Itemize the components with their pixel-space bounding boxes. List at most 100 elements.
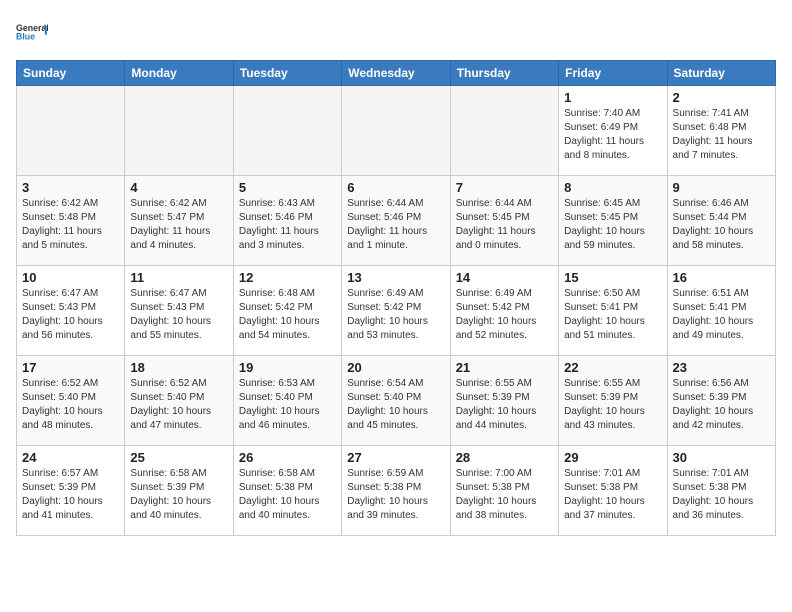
day-number: 7 xyxy=(456,180,553,195)
calendar-cell: 9Sunrise: 6:46 AM Sunset: 5:44 PM Daylig… xyxy=(667,176,775,266)
day-number: 20 xyxy=(347,360,444,375)
day-info: Sunrise: 6:55 AM Sunset: 5:39 PM Dayligh… xyxy=(564,377,661,433)
day-number: 1 xyxy=(564,90,661,105)
day-number: 29 xyxy=(564,450,661,465)
day-number: 19 xyxy=(239,360,336,375)
calendar-cell: 12 Sunrise: 6:48 AM Sunset: 5:42 PM Dayli… xyxy=(233,266,341,356)
calendar-cell: 7 Sunrise: 6:44 AM Sunset: 5:45 PM Daylig… xyxy=(450,176,558,266)
header-thursday: Thursday xyxy=(450,61,558,86)
day-info: Sunrise: 6:44 AM Sunset: 5:46 PM Dayligh… xyxy=(347,197,444,253)
day-info: Sunrise: 7:40 AM Sunset: 6:49 PM Dayligh… xyxy=(564,107,661,163)
header-wednesday: Wednesday xyxy=(342,61,450,86)
day-number: 18 xyxy=(130,360,227,375)
day-number: 25 xyxy=(130,450,227,465)
day-info: Sunrise: 7:00 AM Sunset: 5:38 PM Dayligh… xyxy=(456,467,553,523)
week-row-2: 3Sunrise: 6:42 AM Sunset: 5:48 PM Daylig… xyxy=(17,176,776,266)
calendar-cell: 30Sunrise: 7:01 AM Sunset: 5:38 PM Dayli… xyxy=(667,446,775,536)
day-info: Sunrise: 6:52 AM Sunset: 5:40 PM Dayligh… xyxy=(130,377,227,433)
calendar-cell: 25 Sunrise: 6:58 AM Sunset: 5:39 PM Dayli… xyxy=(125,446,233,536)
day-number: 14 xyxy=(456,270,553,285)
logo: General Blue xyxy=(16,16,48,52)
week-row-4: 17 Sunrise: 6:52 AM Sunset: 5:40 PM Dayli… xyxy=(17,356,776,446)
day-number: 11 xyxy=(130,270,227,285)
day-number: 17 xyxy=(22,360,119,375)
header-tuesday: Tuesday xyxy=(233,61,341,86)
day-number: 27 xyxy=(347,450,444,465)
calendar-cell xyxy=(17,86,125,176)
calendar-cell: 11 Sunrise: 6:47 AM Sunset: 5:43 PM Dayli… xyxy=(125,266,233,356)
calendar-cell: 29 Sunrise: 7:01 AM Sunset: 5:38 PM Dayli… xyxy=(559,446,667,536)
day-info: Sunrise: 7:01 AM Sunset: 5:38 PM Dayligh… xyxy=(564,467,661,523)
calendar-cell: 24Sunrise: 6:57 AM Sunset: 5:39 PM Dayli… xyxy=(17,446,125,536)
header-monday: Monday xyxy=(125,61,233,86)
day-number: 26 xyxy=(239,450,336,465)
day-info: Sunrise: 6:47 AM Sunset: 5:43 PM Dayligh… xyxy=(22,287,119,343)
day-info: Sunrise: 6:51 AM Sunset: 5:41 PM Dayligh… xyxy=(673,287,770,343)
calendar-cell xyxy=(342,86,450,176)
svg-text:Blue: Blue xyxy=(16,32,35,42)
day-info: Sunrise: 6:49 AM Sunset: 5:42 PM Dayligh… xyxy=(347,287,444,343)
calendar-cell: 26 Sunrise: 6:58 AM Sunset: 5:38 PM Dayli… xyxy=(233,446,341,536)
day-number: 10 xyxy=(22,270,119,285)
day-info: Sunrise: 6:49 AM Sunset: 5:42 PM Dayligh… xyxy=(456,287,553,343)
calendar-cell: 23 Sunrise: 6:56 AM Sunset: 5:39 PM Dayli… xyxy=(667,356,775,446)
day-info: Sunrise: 6:45 AM Sunset: 5:45 PM Dayligh… xyxy=(564,197,661,253)
calendar-cell: 4Sunrise: 6:42 AM Sunset: 5:47 PM Daylig… xyxy=(125,176,233,266)
day-number: 4 xyxy=(130,180,227,195)
header-friday: Friday xyxy=(559,61,667,86)
day-info: Sunrise: 6:56 AM Sunset: 5:39 PM Dayligh… xyxy=(673,377,770,433)
day-info: Sunrise: 6:55 AM Sunset: 5:39 PM Dayligh… xyxy=(456,377,553,433)
calendar-cell: 10 Sunrise: 6:47 AM Sunset: 5:43 PM Dayli… xyxy=(17,266,125,356)
day-info: Sunrise: 6:53 AM Sunset: 5:40 PM Dayligh… xyxy=(239,377,336,433)
calendar-cell: 21 Sunrise: 6:55 AM Sunset: 5:39 PM Dayli… xyxy=(450,356,558,446)
calendar-cell: 5 Sunrise: 6:43 AM Sunset: 5:46 PM Daylig… xyxy=(233,176,341,266)
header-row: SundayMondayTuesdayWednesdayThursdayFrid… xyxy=(17,61,776,86)
logo-svg: General Blue xyxy=(16,16,48,52)
week-row-1: 1 Sunrise: 7:40 AM Sunset: 6:49 PM Daylig… xyxy=(17,86,776,176)
day-info: Sunrise: 7:41 AM Sunset: 6:48 PM Dayligh… xyxy=(673,107,770,163)
calendar-cell: 1 Sunrise: 7:40 AM Sunset: 6:49 PM Daylig… xyxy=(559,86,667,176)
day-number: 15 xyxy=(564,270,661,285)
calendar-cell: 17Sunrise: 6:52 AM Sunset: 5:40 PM Dayli… xyxy=(17,356,125,446)
day-info: Sunrise: 6:46 AM Sunset: 5:44 PM Dayligh… xyxy=(673,197,770,253)
day-info: Sunrise: 6:59 AM Sunset: 5:38 PM Dayligh… xyxy=(347,467,444,523)
day-number: 21 xyxy=(456,360,553,375)
week-row-3: 10 Sunrise: 6:47 AM Sunset: 5:43 PM Dayli… xyxy=(17,266,776,356)
day-number: 2 xyxy=(673,90,770,105)
day-number: 6 xyxy=(347,180,444,195)
header: General Blue xyxy=(16,16,776,52)
calendar-cell xyxy=(450,86,558,176)
day-number: 8 xyxy=(564,180,661,195)
day-info: Sunrise: 6:48 AM Sunset: 5:42 PM Dayligh… xyxy=(239,287,336,343)
calendar-cell: 19 Sunrise: 6:53 AM Sunset: 5:40 PM Dayli… xyxy=(233,356,341,446)
calendar-cell: 28Sunrise: 7:00 AM Sunset: 5:38 PM Dayli… xyxy=(450,446,558,536)
calendar-cell xyxy=(125,86,233,176)
week-row-5: 24Sunrise: 6:57 AM Sunset: 5:39 PM Dayli… xyxy=(17,446,776,536)
day-number: 23 xyxy=(673,360,770,375)
day-number: 16 xyxy=(673,270,770,285)
calendar-cell xyxy=(233,86,341,176)
calendar-cell: 22Sunrise: 6:55 AM Sunset: 5:39 PM Dayli… xyxy=(559,356,667,446)
calendar-cell: 16 Sunrise: 6:51 AM Sunset: 5:41 PM Dayli… xyxy=(667,266,775,356)
header-saturday: Saturday xyxy=(667,61,775,86)
day-number: 13 xyxy=(347,270,444,285)
calendar: SundayMondayTuesdayWednesdayThursdayFrid… xyxy=(16,60,776,536)
day-number: 12 xyxy=(239,270,336,285)
calendar-cell: 13 Sunrise: 6:49 AM Sunset: 5:42 PM Dayli… xyxy=(342,266,450,356)
calendar-cell: 6 Sunrise: 6:44 AM Sunset: 5:46 PM Daylig… xyxy=(342,176,450,266)
calendar-cell: 3Sunrise: 6:42 AM Sunset: 5:48 PM Daylig… xyxy=(17,176,125,266)
day-info: Sunrise: 6:58 AM Sunset: 5:39 PM Dayligh… xyxy=(130,467,227,523)
day-info: Sunrise: 6:50 AM Sunset: 5:41 PM Dayligh… xyxy=(564,287,661,343)
calendar-cell: 15 Sunrise: 6:50 AM Sunset: 5:41 PM Dayli… xyxy=(559,266,667,356)
day-info: Sunrise: 6:47 AM Sunset: 5:43 PM Dayligh… xyxy=(130,287,227,343)
day-info: Sunrise: 6:44 AM Sunset: 5:45 PM Dayligh… xyxy=(456,197,553,253)
calendar-cell: 2 Sunrise: 7:41 AM Sunset: 6:48 PM Daylig… xyxy=(667,86,775,176)
header-sunday: Sunday xyxy=(17,61,125,86)
day-number: 5 xyxy=(239,180,336,195)
day-info: Sunrise: 6:57 AM Sunset: 5:39 PM Dayligh… xyxy=(22,467,119,523)
calendar-cell: 14 Sunrise: 6:49 AM Sunset: 5:42 PM Dayli… xyxy=(450,266,558,356)
calendar-cell: 27 Sunrise: 6:59 AM Sunset: 5:38 PM Dayli… xyxy=(342,446,450,536)
day-number: 30 xyxy=(673,450,770,465)
day-info: Sunrise: 6:43 AM Sunset: 5:46 PM Dayligh… xyxy=(239,197,336,253)
day-info: Sunrise: 6:58 AM Sunset: 5:38 PM Dayligh… xyxy=(239,467,336,523)
